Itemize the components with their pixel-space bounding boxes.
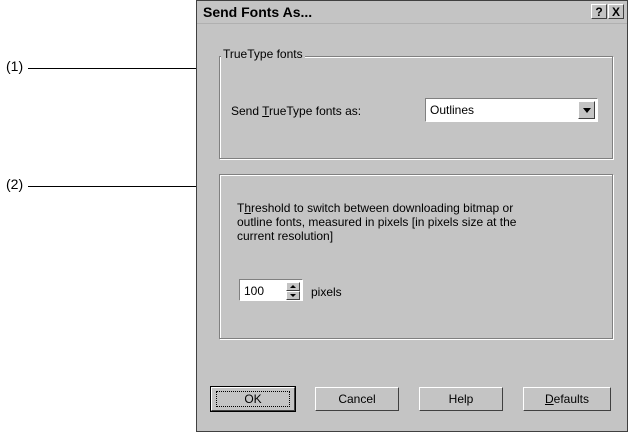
- truetype-fonts-legend: TrueType fonts: [221, 47, 305, 61]
- threshold-line-3: current resolution]: [237, 229, 334, 243]
- threshold-group: [219, 174, 613, 339]
- callout-1: (1): [6, 58, 24, 74]
- send-truetype-label: Send TrueType fonts as:: [231, 104, 362, 118]
- threshold-line-1: Threshold to switch between downloading …: [237, 201, 514, 215]
- send-fonts-dialog: Send Fonts As... ? X TrueType fonts Send…: [196, 0, 628, 432]
- pixels-unit-label: pixels: [311, 285, 342, 299]
- threshold-spinbox[interactable]: 100: [239, 279, 303, 301]
- spin-up-icon[interactable]: [286, 282, 300, 291]
- cancel-button[interactable]: Cancel: [315, 387, 399, 411]
- help-button[interactable]: Help: [419, 387, 503, 411]
- threshold-line-2: outline fonts, measured in pixels [in pi…: [237, 215, 517, 229]
- close-icon[interactable]: X: [608, 4, 624, 19]
- dropdown-arrow-icon[interactable]: [578, 101, 595, 119]
- truetype-format-select[interactable]: Outlines: [425, 98, 598, 122]
- threshold-description: Threshold to switch between downloading …: [237, 201, 577, 243]
- title-bar: Send Fonts As... ? X: [197, 1, 627, 24]
- help-icon[interactable]: ?: [591, 4, 607, 19]
- dialog-title: Send Fonts As...: [203, 4, 313, 20]
- threshold-value: 100: [244, 284, 265, 298]
- ok-button[interactable]: OK: [210, 386, 296, 412]
- callout-2: (2): [6, 176, 24, 192]
- defaults-button[interactable]: Defaults: [523, 387, 611, 411]
- spin-down-icon[interactable]: [286, 291, 300, 300]
- spin-buttons: [286, 282, 300, 300]
- truetype-format-value: Outlines: [430, 103, 475, 117]
